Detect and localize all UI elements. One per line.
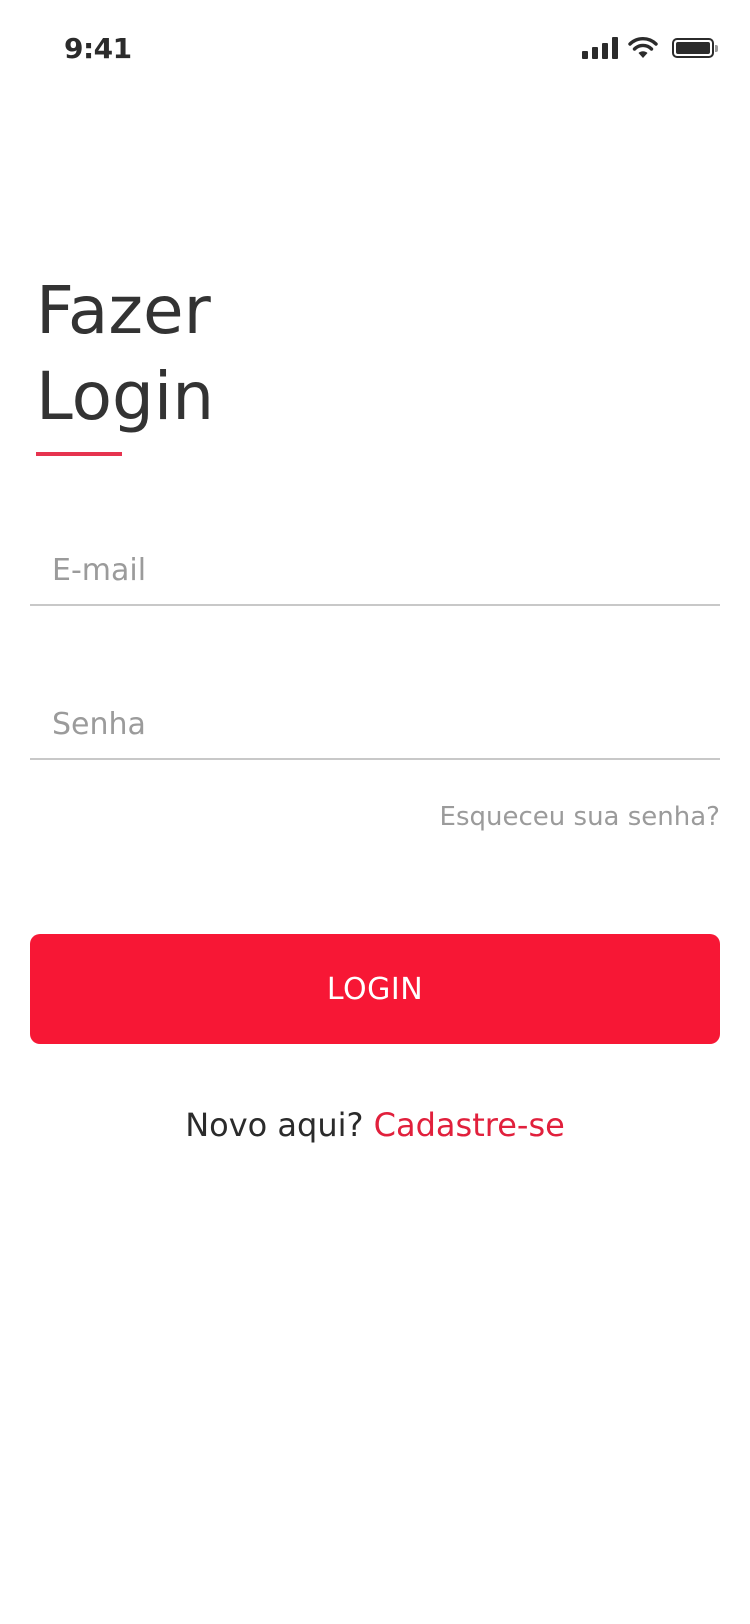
page-title: Fazer Login — [36, 268, 214, 440]
wifi-icon — [628, 37, 658, 58]
signal-icon — [582, 37, 618, 59]
email-field[interactable] — [52, 553, 692, 588]
status-bar: 9:41 — [0, 0, 750, 100]
signup-row: Novo aqui? Cadastre-se — [0, 1106, 750, 1144]
forgot-password-link[interactable]: Esqueceu sua senha? — [440, 802, 720, 832]
login-button[interactable]: LOGIN — [30, 934, 720, 1044]
email-field-container — [30, 528, 720, 606]
password-field-container — [30, 682, 720, 760]
status-time: 9:41 — [64, 32, 132, 65]
page-title-line1: Fazer — [36, 272, 211, 349]
signup-link[interactable]: Cadastre-se — [374, 1106, 565, 1144]
page-title-line2: Login — [36, 358, 215, 435]
title-underline — [36, 452, 122, 456]
signup-prompt: Novo aqui? — [185, 1106, 374, 1144]
status-icons — [582, 34, 718, 62]
battery-icon — [672, 38, 718, 58]
password-field[interactable] — [52, 707, 692, 742]
